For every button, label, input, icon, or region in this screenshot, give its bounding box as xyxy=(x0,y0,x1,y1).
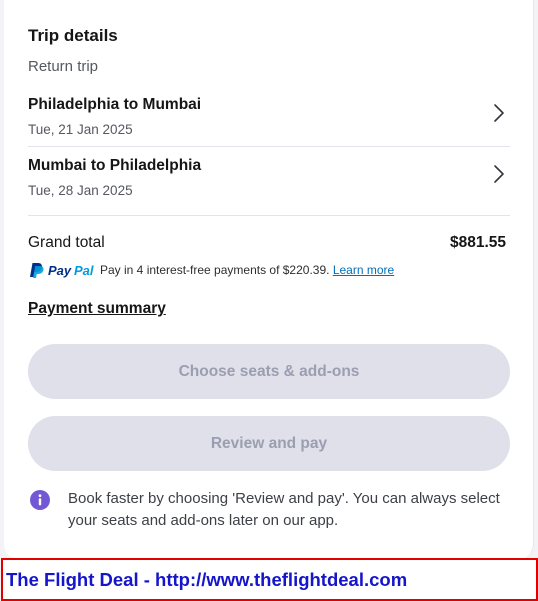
paypal-learn-more-link[interactable]: Learn more xyxy=(333,263,394,277)
paypal-wordmark-pay: Pay xyxy=(48,263,72,278)
banner-text: The Flight Deal - http://www.theflightde… xyxy=(6,569,408,590)
payment-summary-link[interactable]: Payment summary xyxy=(28,300,166,318)
grand-total-label: Grand total xyxy=(28,234,105,251)
leg-date: Tue, 28 Jan 2025 xyxy=(28,183,133,198)
choose-seats-button[interactable]: Choose seats & add-ons xyxy=(28,344,510,399)
paypal-text-wrap: Pay in 4 interest-free payments of $220.… xyxy=(100,263,394,277)
divider xyxy=(28,146,510,147)
chevron-right-icon xyxy=(494,165,504,183)
paypal-logo: Pay Pal xyxy=(30,263,94,278)
watermark-banner: The Flight Deal - http://www.theflightde… xyxy=(1,558,538,601)
chevron-right-icon xyxy=(494,104,504,122)
trip-details-title: Trip details xyxy=(28,26,118,45)
info-icon xyxy=(30,490,50,510)
paypal-wordmark-pal: Pal xyxy=(74,263,94,278)
info-message: Book faster by choosing 'Review and pay'… xyxy=(68,490,500,529)
trip-details-card: Trip details Return trip Philadelphia to… xyxy=(4,0,534,560)
paypal-pay-in-4-message: Pay Pal Pay in 4 interest-free payments … xyxy=(28,261,508,279)
trip-type-label: Return trip xyxy=(28,58,99,75)
grand-total-value: $881.55 xyxy=(449,234,506,251)
leg-route: Mumbai to Philadelphia xyxy=(28,157,202,174)
leg-outbound[interactable]: Philadelphia to Mumbai Tue, 21 Jan 2025 xyxy=(28,96,510,156)
review-and-pay-button[interactable]: Review and pay xyxy=(28,416,510,471)
paypal-installment-text: Pay in 4 interest-free payments of $220.… xyxy=(100,263,330,277)
divider xyxy=(28,215,510,216)
leg-route: Philadelphia to Mumbai xyxy=(28,96,202,113)
leg-return[interactable]: Mumbai to Philadelphia Tue, 28 Jan 2025 xyxy=(28,157,510,217)
leg-date: Tue, 21 Jan 2025 xyxy=(28,122,133,137)
